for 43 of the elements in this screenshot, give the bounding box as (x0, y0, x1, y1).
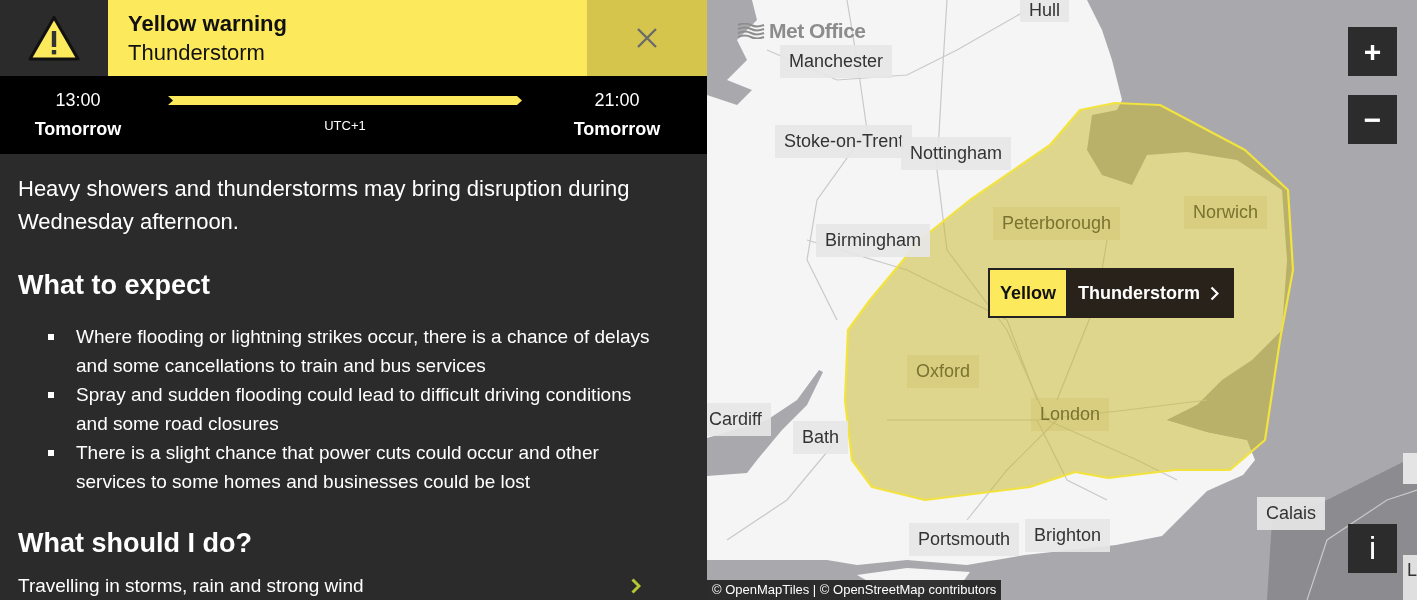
zoom-out-button[interactable]: − (1348, 95, 1397, 144)
place-label: London (1031, 398, 1110, 431)
bullet-icon (48, 392, 54, 398)
summary-text: Heavy showers and thunderstorms may bring disruption during Wednesday afternoon. (18, 175, 631, 236)
bullet-text: Where flooding or lightning strikes occur, there is a chance of delays and some cancellations to train and bus services (76, 325, 651, 378)
place-label: Portsmouth (909, 523, 1020, 556)
close-icon (637, 28, 657, 48)
bullet-icon (48, 450, 54, 456)
section-heading: What to expect (18, 269, 212, 302)
zoom-in-button[interactable]: + (1348, 27, 1397, 76)
timezone-label: UTC+1 (324, 118, 366, 134)
place-label: Cardiff (707, 403, 771, 436)
place-label: Nottingham (901, 137, 1012, 170)
severity-tag: Yellow (988, 268, 1069, 318)
place-label: L (1403, 555, 1417, 600)
place-label: Hull (1020, 0, 1069, 22)
place-label: Birmingham (816, 224, 931, 257)
waves-icon (737, 23, 765, 39)
warning-triangle-icon (28, 15, 80, 61)
attribution-text: © OpenMapTiles | © OpenStreetMap contributors (707, 580, 1002, 600)
end-time: 21:00 (594, 89, 640, 112)
place-label: Calais (1257, 497, 1326, 530)
bullet-text: Spray and sudden flooding could lead to difficult driving conditions and some road closures (76, 383, 633, 436)
chevron-right-icon (631, 578, 641, 594)
section-heading: What should I do? (18, 527, 253, 560)
end-day: Tomorrow (573, 117, 661, 141)
place-label: Bath (793, 421, 849, 454)
warning-title: Yellow warning (128, 10, 287, 38)
warning-type: Thunderstorm (128, 39, 265, 67)
info-button[interactable]: i (1348, 524, 1397, 573)
start-day: Tomorrow (34, 117, 122, 141)
warning-chip[interactable]: Yellow Thunderstorm (988, 268, 1235, 318)
bullet-icon (48, 334, 54, 340)
place-label: Manchester (780, 45, 893, 78)
place-label: Peterborough (993, 207, 1121, 240)
place-label: Oxford (907, 355, 980, 388)
bullet-text: There is a slight chance that power cuts could occur and other services to some homes and businesses could be lost (76, 441, 600, 494)
place-label: Brighton (1025, 519, 1111, 552)
start-time: 13:00 (55, 89, 101, 112)
place-label: Norwich (1184, 196, 1267, 229)
advice-link[interactable]: Travelling in storms, rain and strong wind (18, 573, 641, 599)
logo-text: Met Office (769, 19, 866, 43)
chevron-right-icon (1210, 285, 1220, 301)
